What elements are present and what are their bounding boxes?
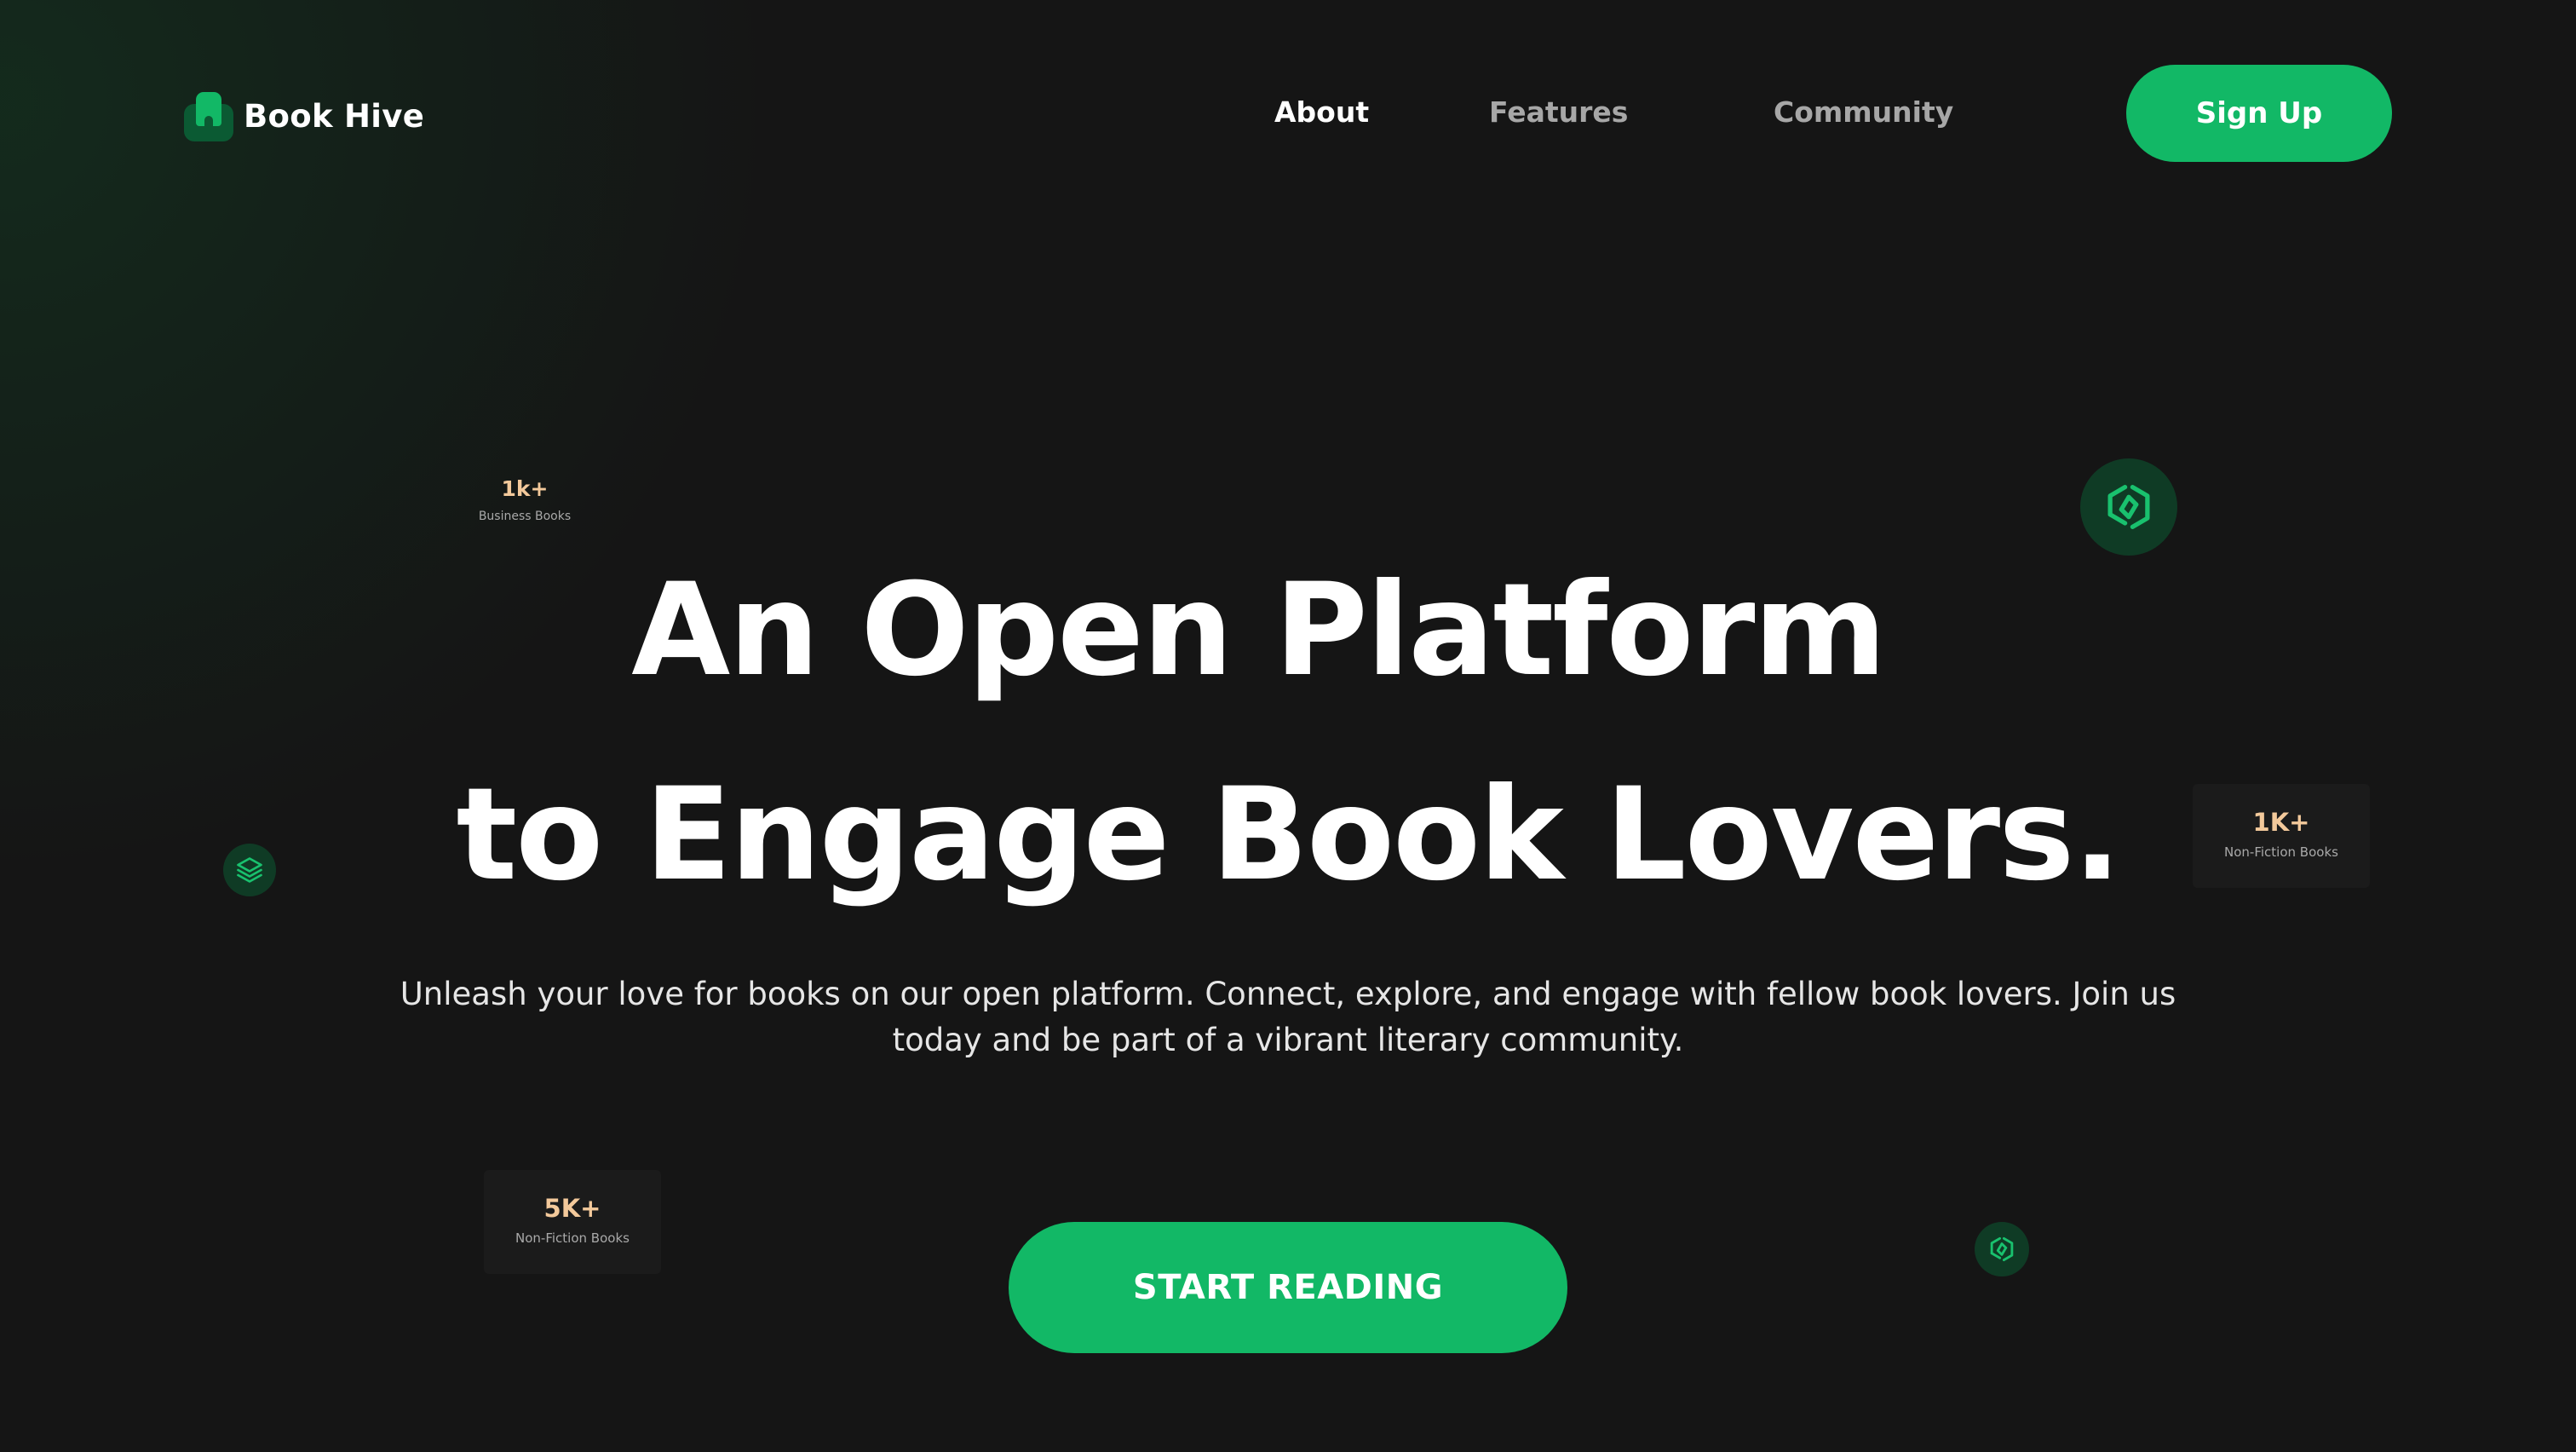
stat-label: Non-Fiction Books [515,1230,630,1246]
stat-value: 1K+ [2252,808,2310,837]
hero-title: An Open Platform to Engage Book Lovers. [0,528,2576,937]
stat-label: Non-Fiction Books [2224,844,2338,860]
stat-badge-non-fiction-books-2: 5K+ Non-Fiction Books [484,1170,661,1274]
hexagon-link-icon [2080,458,2177,556]
logo[interactable]: Book Hive [184,89,424,143]
nav-link-community[interactable]: Community [1774,95,1953,129]
hero-title-line-2: to Engage Book Lovers. [456,761,2122,909]
hexagon-link-icon [1975,1222,2029,1276]
brand-name: Book Hive [244,97,425,135]
book-bookmark-icon [184,90,233,141]
stat-value: 1k+ [501,476,549,501]
hero-description: Unleash your love for books on our open … [400,976,2176,1058]
stat-value: 5K+ [543,1194,601,1223]
stat-label: Business Books [478,510,572,523]
hero-title-line-1: An Open Platform [631,556,1887,705]
sign-up-button[interactable]: Sign Up [2126,65,2392,162]
stat-badge-non-fiction-books: 1K+ Non-Fiction Books [2193,784,2370,888]
stat-badge-business-books: 1k+ Business Books [460,472,589,533]
nav-link-about[interactable]: About [1274,95,1369,129]
nav-link-features[interactable]: Features [1489,95,1628,129]
start-reading-button[interactable]: START READING [1009,1222,1567,1353]
layers-icon [223,844,276,896]
